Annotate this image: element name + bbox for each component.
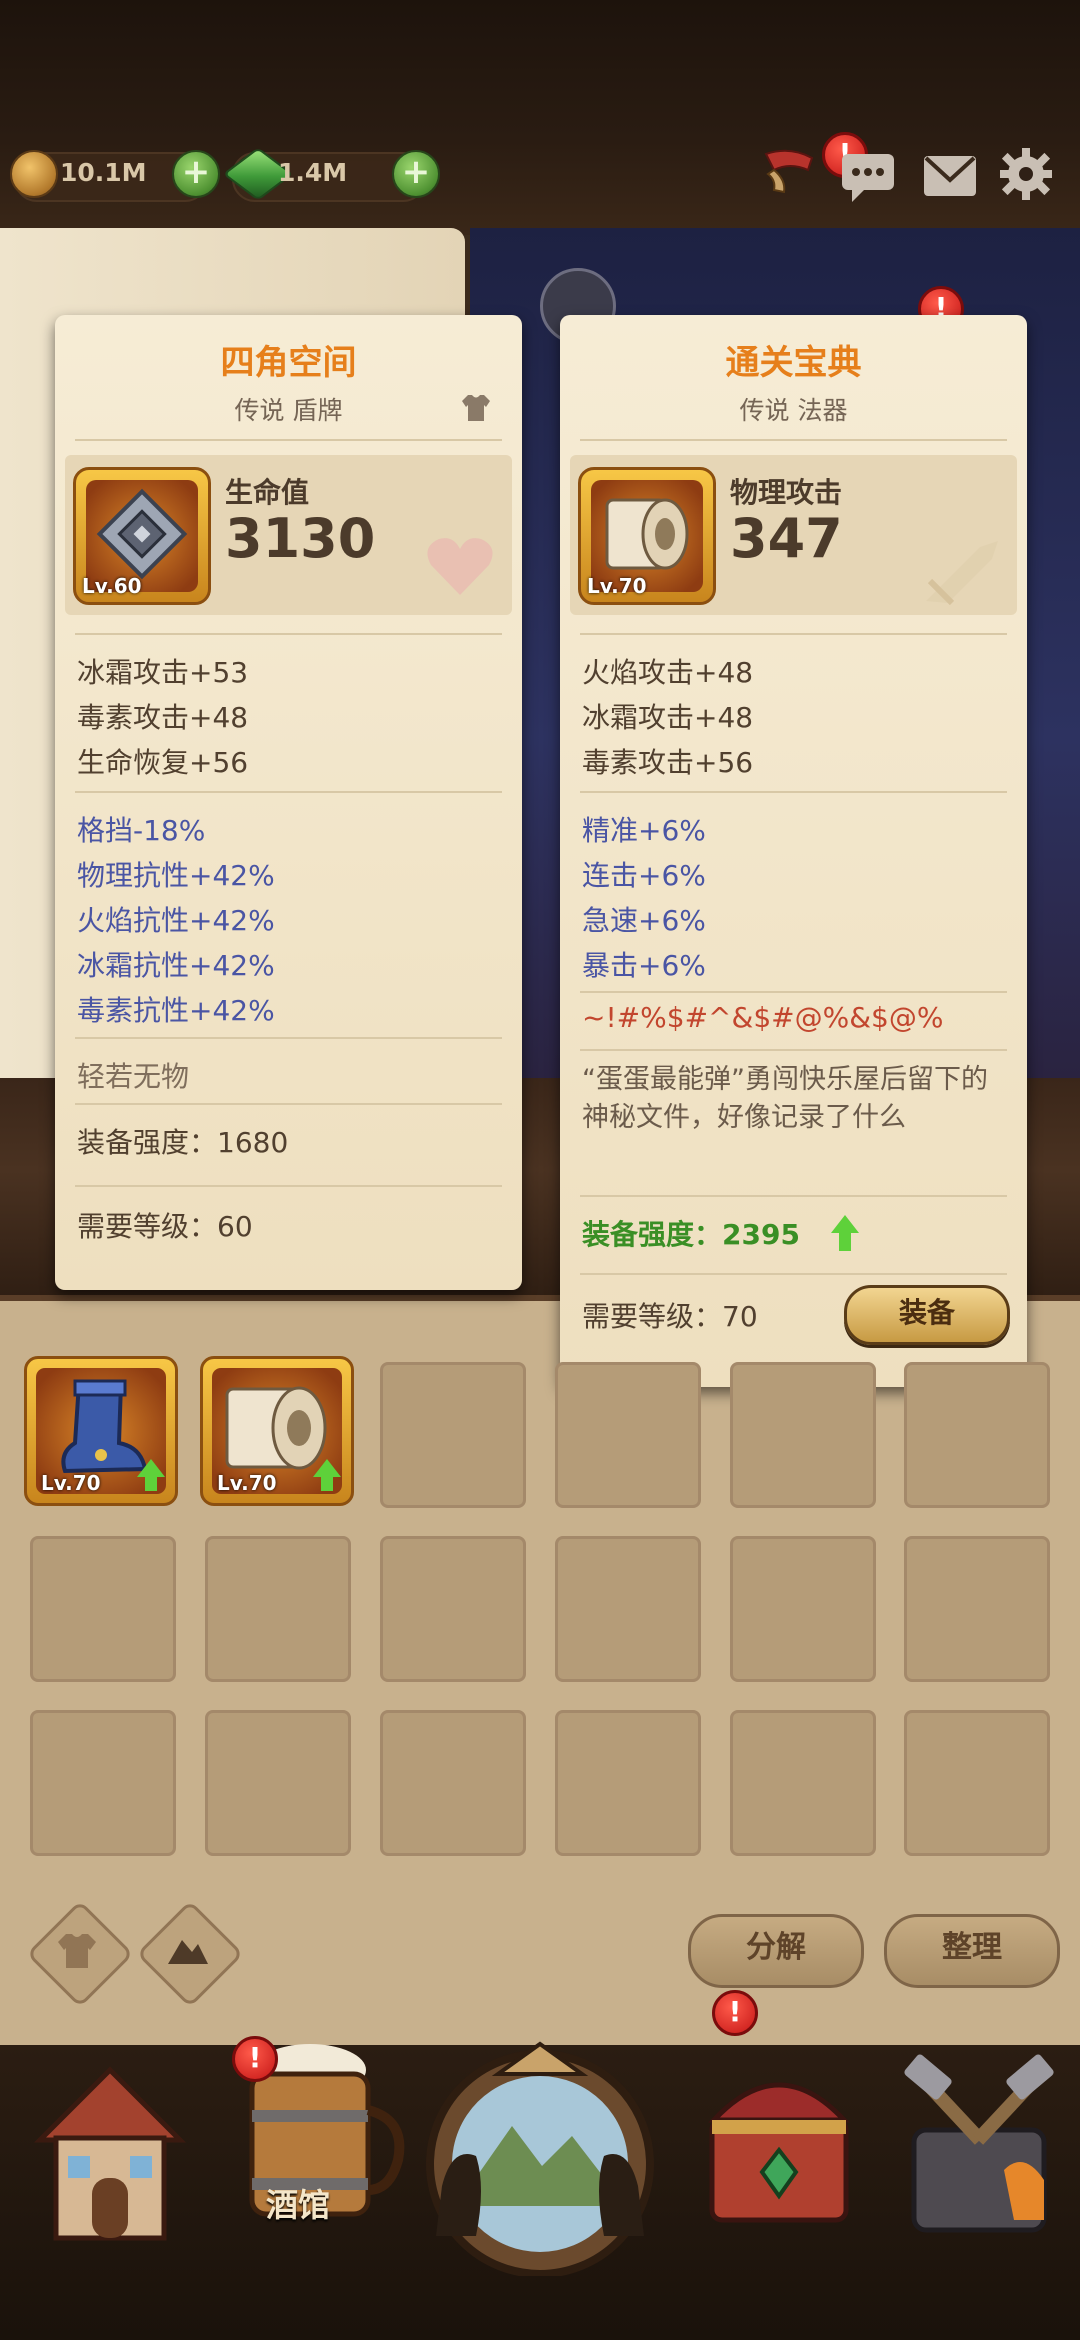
coin-value: 10.1M	[60, 158, 147, 187]
square-shield-icon	[96, 488, 188, 580]
mail-icon[interactable]	[920, 148, 980, 204]
base-stat: 毒素攻击+48	[77, 701, 249, 734]
inventory-slot[interactable]	[380, 1710, 526, 1856]
flavor-text: “蛋蛋最能弹”勇闯快乐屋后留下的神秘文件，好像记录了什么	[582, 1064, 988, 1133]
main-stat-name: 物理攻击	[730, 476, 843, 509]
inventory-slot[interactable]	[904, 1536, 1050, 1682]
item-detail-card-right: 通关宝典 传说 法器 Lv.70 物理攻击 347 火焰攻击+48 冰霜攻击+4…	[560, 315, 1027, 1387]
inventory-slot[interactable]	[380, 1536, 526, 1682]
inventory-slot[interactable]	[904, 1362, 1050, 1508]
inventory-slot[interactable]	[380, 1362, 526, 1508]
base-stat: 冰霜攻击+53	[77, 656, 249, 689]
upgrade-arrow-icon	[313, 1459, 341, 1493]
equip-button[interactable]: 装备	[844, 1285, 1010, 1345]
inventory-slot[interactable]	[30, 1710, 176, 1856]
nav-tavern-label: 酒馆	[266, 2186, 331, 2224]
nav-town-house-icon[interactable]	[20, 2050, 200, 2250]
decompose-button[interactable]: 分解	[688, 1914, 864, 1988]
base-stat: 生命恢复+56	[77, 746, 249, 779]
armor-icon	[58, 1934, 96, 1968]
add-gems-button[interactable]: +	[392, 150, 440, 198]
inventory-slot[interactable]	[555, 1536, 701, 1682]
inventory-item-scroll[interactable]: Lv.70	[200, 1356, 354, 1506]
material-icon	[168, 1940, 208, 1964]
sort-button[interactable]: 整理	[884, 1914, 1060, 1988]
required-level: 需要等级：70	[582, 1300, 758, 1333]
chat-icon[interactable]	[838, 148, 898, 204]
item-level: Lv.60	[82, 574, 142, 598]
nav-treasure-chest-icon[interactable]	[684, 2040, 874, 2240]
bonus-stat: 暴击+6%	[582, 949, 706, 982]
inventory-slot[interactable]	[730, 1362, 876, 1508]
tavern-alert-badge: !	[232, 2036, 278, 2082]
inventory-slot[interactable]	[205, 1710, 351, 1856]
inventory-slot[interactable]	[555, 1710, 701, 1856]
inventory-slot[interactable]	[730, 1536, 876, 1682]
heart-icon	[427, 538, 493, 595]
base-stat: 火焰攻击+48	[582, 656, 754, 689]
base-stat: 冰霜攻击+48	[582, 701, 754, 734]
item-level: Lv.70	[41, 1471, 101, 1495]
inventory-slot[interactable]	[904, 1710, 1050, 1856]
item-name: 四角空间	[220, 343, 357, 383]
bonus-stat: 精准+6%	[582, 814, 706, 847]
item-level: Lv.70	[217, 1471, 277, 1495]
item-name: 通关宝典	[725, 343, 862, 383]
inventory-slot[interactable]	[730, 1710, 876, 1856]
item-rarity-type: 传说 法器	[739, 396, 848, 425]
item-trait: 轻若无物	[77, 1060, 190, 1093]
item-level: Lv.70	[587, 574, 647, 598]
inventory-item-boot[interactable]: Lv.70	[24, 1356, 178, 1506]
nav-forge-anvil-icon[interactable]	[884, 2040, 1074, 2240]
glitch-text: ~!#%$#^&$#@%&$@%	[582, 1001, 944, 1034]
bonus-stat: 急速+6%	[582, 904, 706, 937]
bonus-stat: 火焰抗性+42%	[77, 904, 275, 937]
resource-bar: 10.1M + 1.4M + !	[0, 132, 1080, 235]
inventory-slot[interactable]	[555, 1362, 701, 1508]
main-stat-value: 347	[730, 507, 843, 570]
settings-gear-icon[interactable]	[996, 146, 1056, 202]
shirt-icon	[462, 395, 490, 421]
add-coins-button[interactable]: +	[172, 150, 220, 198]
item-detail-card-left: 四角空间 传说 盾牌 Lv.60 生命值 3130 冰霜攻击+53 毒素攻击+4…	[55, 315, 522, 1290]
sword-icon	[926, 541, 998, 606]
coin-icon	[10, 150, 58, 198]
inventory-slot[interactable]	[205, 1536, 351, 1682]
base-stat: 毒素攻击+56	[582, 746, 754, 779]
inventory-slot[interactable]	[30, 1536, 176, 1682]
equipment-power: 装备强度：2395	[582, 1218, 800, 1251]
gem-value: 1.4M	[278, 158, 348, 187]
horn-icon[interactable]	[760, 140, 820, 196]
bonus-stat: 连击+6%	[582, 859, 706, 892]
main-stat-name: 生命值	[225, 476, 310, 509]
nav-adventure-portal-icon[interactable]	[412, 2036, 668, 2276]
upgrade-arrow-icon	[137, 1459, 165, 1493]
bonus-stat: 格挡-18%	[77, 814, 206, 847]
bonus-stat: 冰霜抗性+42%	[77, 949, 275, 982]
divider	[75, 439, 502, 441]
item-icon-frame: Lv.60	[73, 467, 211, 605]
required-level: 需要等级：60	[77, 1210, 253, 1243]
scroll-icon	[605, 498, 689, 570]
item-rarity-type: 传说 盾牌	[234, 396, 343, 425]
chest-alert-badge: !	[712, 1990, 758, 2036]
bonus-stat: 毒素抗性+42%	[77, 994, 275, 1027]
item-icon-frame: Lv.70	[578, 467, 716, 605]
bonus-stat: 物理抗性+42%	[77, 859, 275, 892]
power-increase-arrow-icon	[828, 1213, 862, 1253]
main-stat-value: 3130	[225, 507, 376, 570]
equipment-power: 装备强度：1680	[77, 1126, 289, 1159]
